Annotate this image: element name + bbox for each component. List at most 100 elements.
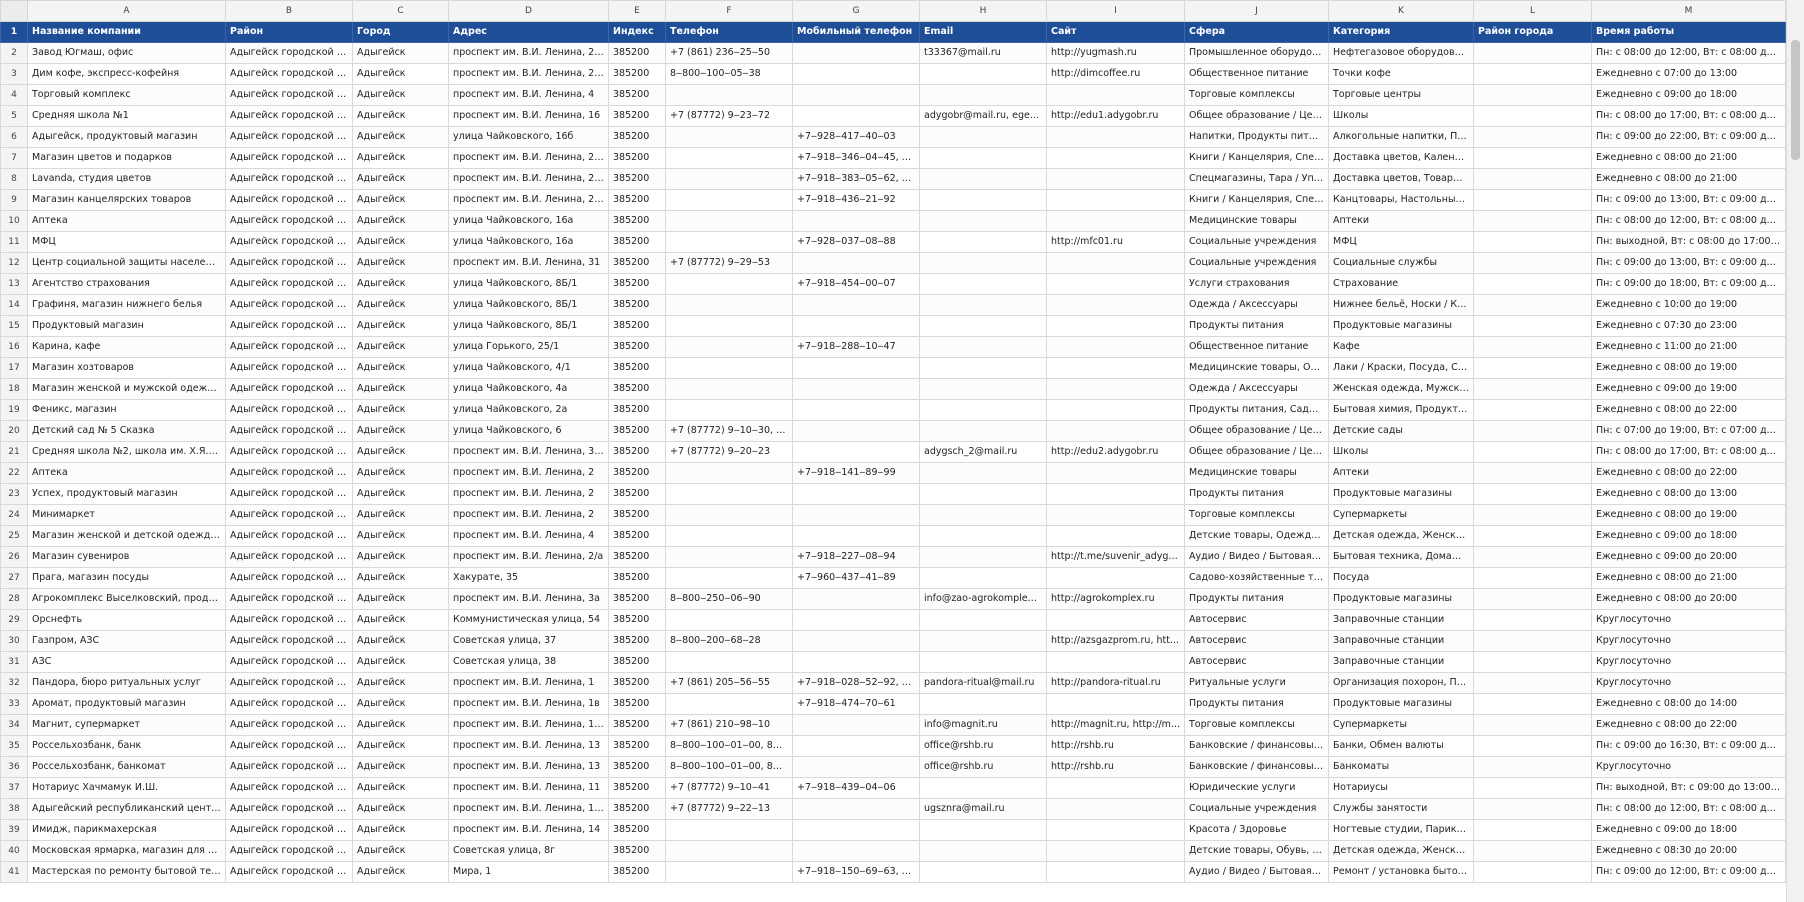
cell-k[interactable]: Нижнее бельё, Носки / Ко... <box>1328 294 1474 316</box>
cell-l[interactable] <box>1473 777 1592 799</box>
field-header-i[interactable]: Сайт <box>1046 21 1185 43</box>
cell-b[interactable]: Адыгейск городской о... <box>225 609 353 631</box>
cell-g[interactable] <box>792 42 920 64</box>
cell-e[interactable]: 385200 <box>608 630 666 652</box>
cell-h[interactable]: office@rshb.ru <box>919 735 1047 757</box>
cell-m[interactable]: Круглосуточно <box>1591 672 1786 694</box>
cell-d[interactable]: проспект им. В.И. Ленина, 4 <box>448 525 609 547</box>
field-header-m[interactable]: Время работы <box>1591 21 1786 43</box>
cell-j[interactable]: Напитки, Продукты питания <box>1184 126 1329 148</box>
cell-c[interactable]: Адыгейск <box>352 819 449 841</box>
cell-j[interactable]: Торговые комплексы <box>1184 84 1329 106</box>
cell-g[interactable]: +7‒918‒436‒21‒92 <box>792 189 920 211</box>
cell-m[interactable]: Ежедневно с 09:00 до 18:00 <box>1591 525 1786 547</box>
cell-i[interactable]: http://rshb.ru <box>1046 756 1185 778</box>
cell-h[interactable] <box>919 525 1047 547</box>
cell-i[interactable] <box>1046 336 1185 358</box>
cell-e[interactable]: 385200 <box>608 714 666 736</box>
cell-m[interactable]: Пн: с 08:00 до 17:00, Вт: с 08:00 до 17:… <box>1591 441 1786 463</box>
cell-i[interactable] <box>1046 651 1185 673</box>
cell-f[interactable]: 8‒800‒100‒01‒00, 8‒8... <box>665 756 793 778</box>
cell-h[interactable] <box>919 84 1047 106</box>
cell-g[interactable] <box>792 63 920 85</box>
cell-l[interactable] <box>1473 231 1592 253</box>
cell-g[interactable]: +7‒918‒141‒89‒99 <box>792 462 920 484</box>
cell-g[interactable] <box>792 630 920 652</box>
cell-h[interactable] <box>919 273 1047 295</box>
cell-e[interactable]: 385200 <box>608 777 666 799</box>
cell-m[interactable]: Пн: с 09:00 до 12:00, Вт: с 09:00 до 12:… <box>1591 861 1786 883</box>
cell-h[interactable] <box>919 315 1047 337</box>
cell-l[interactable] <box>1473 252 1592 274</box>
row-number[interactable]: 12 <box>0 252 28 274</box>
cell-k[interactable]: Организация похорон, Па... <box>1328 672 1474 694</box>
cell-b[interactable]: Адыгейск городской о... <box>225 714 353 736</box>
cell-d[interactable]: улица Чайковского, 6 <box>448 420 609 442</box>
cell-b[interactable]: Адыгейск городской о... <box>225 819 353 841</box>
cell-j[interactable]: Автосервис <box>1184 630 1329 652</box>
row-number[interactable]: 21 <box>0 441 28 463</box>
cell-m[interactable]: Ежедневно с 11:00 до 21:00 <box>1591 336 1786 358</box>
cell-l[interactable] <box>1473 651 1592 673</box>
cell-d[interactable]: проспект им. В.И. Ленина, 20е <box>448 147 609 169</box>
cell-j[interactable]: Продукты питания, Садов... <box>1184 399 1329 421</box>
cell-m[interactable]: Ежедневно с 08:00 до 21:00 <box>1591 147 1786 169</box>
cell-b[interactable]: Адыгейск городской о... <box>225 735 353 757</box>
cell-k[interactable]: Продуктовые магазины <box>1328 588 1474 610</box>
row-number[interactable]: 6 <box>0 126 28 148</box>
cell-m[interactable]: Пн: выходной, Вт: с 09:00 до 13:00, Ср: … <box>1591 777 1786 799</box>
cell-m[interactable]: Ежедневно с 08:00 до 21:00 <box>1591 567 1786 589</box>
cell-g[interactable]: +7‒918‒288‒10‒47 <box>792 336 920 358</box>
cell-f[interactable] <box>665 126 793 148</box>
cell-l[interactable] <box>1473 819 1592 841</box>
cell-d[interactable]: Советская улица, 8г <box>448 840 609 862</box>
cell-h[interactable] <box>919 210 1047 232</box>
cell-k[interactable]: Продуктовые магазины <box>1328 693 1474 715</box>
cell-b[interactable]: Адыгейск городской о... <box>225 378 353 400</box>
cell-c[interactable]: Адыгейск <box>352 441 449 463</box>
cell-c[interactable]: Адыгейск <box>352 294 449 316</box>
field-header-l[interactable]: Район города <box>1473 21 1592 43</box>
cell-l[interactable] <box>1473 126 1592 148</box>
cell-j[interactable]: Общее образование / Цен... <box>1184 105 1329 127</box>
cell-b[interactable]: Адыгейск городской о... <box>225 231 353 253</box>
cell-f[interactable] <box>665 525 793 547</box>
cell-b[interactable]: Адыгейск городской о... <box>225 168 353 190</box>
cell-j[interactable]: Ритуальные услуги <box>1184 672 1329 694</box>
cell-c[interactable]: Адыгейск <box>352 42 449 64</box>
cell-j[interactable]: Спецмагазины, Тара / Упа... <box>1184 168 1329 190</box>
cell-f[interactable]: +7 (87772) 9‒23‒72 <box>665 105 793 127</box>
cell-l[interactable] <box>1473 609 1592 631</box>
row-number[interactable]: 40 <box>0 840 28 862</box>
cell-f[interactable]: 8‒800‒100‒05‒38 <box>665 63 793 85</box>
cell-h[interactable] <box>919 651 1047 673</box>
cell-l[interactable] <box>1473 273 1592 295</box>
cell-e[interactable]: 385200 <box>608 273 666 295</box>
cell-j[interactable]: Красота / Здоровье <box>1184 819 1329 841</box>
cell-m[interactable]: Ежедневно с 08:30 до 20:00 <box>1591 840 1786 862</box>
cell-j[interactable]: Социальные учреждения <box>1184 798 1329 820</box>
cell-f[interactable] <box>665 189 793 211</box>
row-number[interactable]: 20 <box>0 420 28 442</box>
cell-j[interactable]: Автосервис <box>1184 651 1329 673</box>
cell-h[interactable] <box>919 252 1047 274</box>
cell-h[interactable] <box>919 126 1047 148</box>
row-number[interactable]: 16 <box>0 336 28 358</box>
cell-a[interactable]: Московская ярмарка, магазин для вс... <box>27 840 226 862</box>
cell-l[interactable] <box>1473 42 1592 64</box>
cell-l[interactable] <box>1473 714 1592 736</box>
cell-a[interactable]: Детский сад № 5 Сказка <box>27 420 226 442</box>
cell-f[interactable] <box>665 504 793 526</box>
cell-c[interactable]: Адыгейск <box>352 630 449 652</box>
cell-j[interactable]: Общественное питание <box>1184 336 1329 358</box>
row-number[interactable]: 10 <box>0 210 28 232</box>
cell-h[interactable] <box>919 777 1047 799</box>
cell-f[interactable] <box>665 231 793 253</box>
cell-l[interactable] <box>1473 378 1592 400</box>
cell-j[interactable]: Продукты питания <box>1184 588 1329 610</box>
cell-d[interactable]: проспект им. В.И. Ленина, 1а/2 <box>448 714 609 736</box>
cell-e[interactable]: 385200 <box>608 861 666 883</box>
cell-c[interactable]: Адыгейск <box>352 399 449 421</box>
cell-g[interactable] <box>792 819 920 841</box>
column-header-g[interactable]: G <box>792 0 920 22</box>
